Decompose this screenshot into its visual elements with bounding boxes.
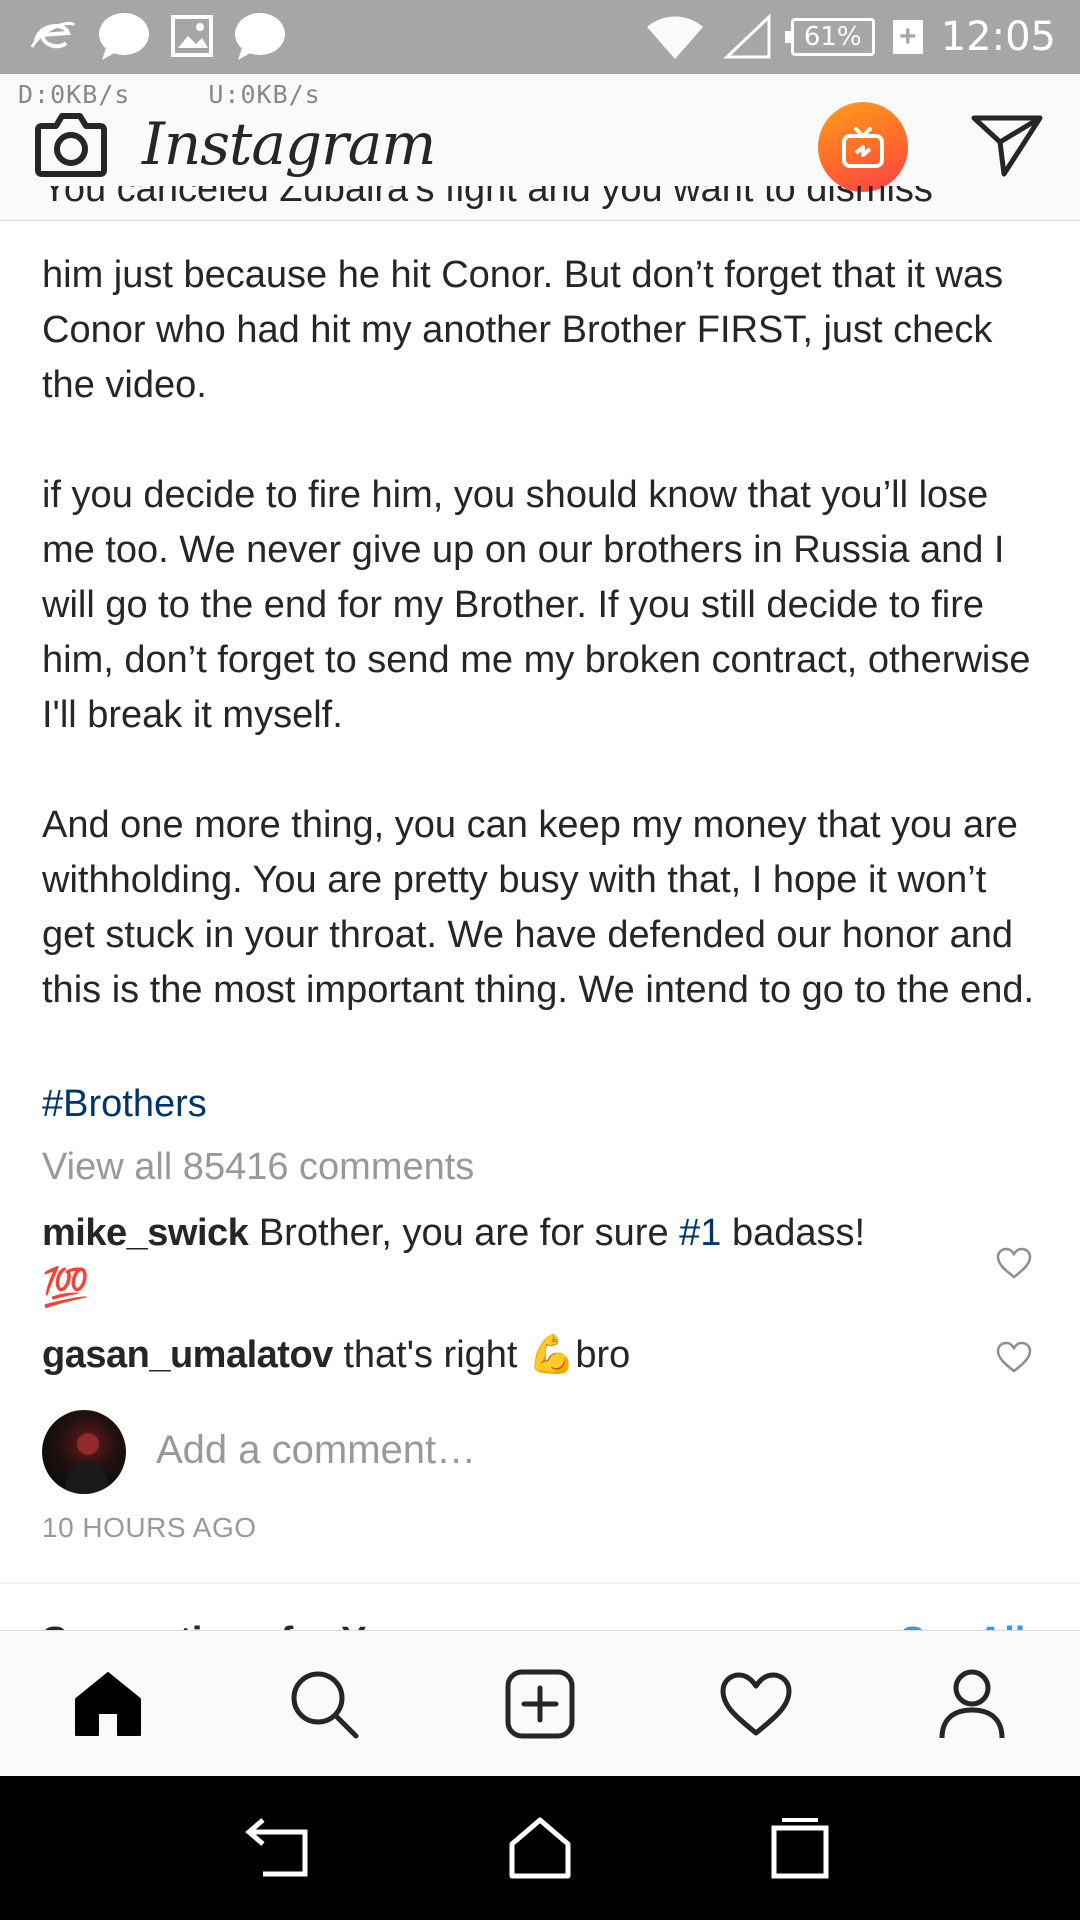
search-icon (291, 1671, 359, 1739)
recents-icon (771, 1818, 829, 1879)
comment-username[interactable]: mike_swick (42, 1212, 249, 1254)
caption-paragraph-1: him just because he hit Conor. But don’t… (42, 254, 1014, 406)
hashtag-link[interactable]: #Brothers (42, 1077, 207, 1132)
caption-paragraph-3: And one more thing, you can keep my mone… (42, 804, 1035, 1011)
upload-speed: U:0KB/s (208, 80, 321, 109)
comment-item: mike_swick Brother, you are for sure #1 … (42, 1206, 972, 1316)
back-arrow-icon (245, 1818, 308, 1877)
home-button[interactable] (495, 1803, 585, 1893)
direct-message-icon[interactable] (970, 112, 1044, 178)
tab-profile[interactable] (918, 1650, 1026, 1758)
post-timestamp: 10 HOURS AGO (42, 1512, 257, 1543)
comment-text: Brother, you are for sure (248, 1212, 680, 1254)
comment-text: badass! (721, 1212, 866, 1254)
caption-partial-line: You canceled Zubaira's fight and you wan… (42, 186, 933, 210)
post-caption: him just because he hit Conor. But don’t… (42, 248, 1042, 1018)
comment-text: bro (575, 1334, 631, 1376)
net-speed-overlay: D:0KB/s U:0KB/s (18, 80, 399, 109)
chat-bubble-icon (235, 13, 285, 60)
add-comment-input[interactable]: Add a comment… (156, 1428, 476, 1473)
tab-home[interactable] (54, 1650, 162, 1758)
view-all-comments-link[interactable]: View all 85416 comments (42, 1146, 474, 1189)
tab-activity[interactable] (702, 1650, 810, 1758)
comment-text: that's right (332, 1334, 529, 1376)
profile-icon (939, 1669, 1005, 1739)
ie-icon (30, 22, 76, 49)
signal-icon (722, 13, 771, 59)
flexed-biceps-emoji: 💪 (528, 1334, 576, 1376)
tv-icon (842, 127, 884, 168)
home-icon (75, 1672, 141, 1736)
clock: 12:05 (940, 14, 1056, 60)
next-section-title: Suggestions for You (42, 1620, 410, 1630)
notification-icons (28, 10, 288, 62)
caption-paragraph-2: if you decide to fire him, you should kn… (42, 474, 1042, 736)
android-nav-bar (0, 1776, 1080, 1920)
system-indicators: 61% + 12:05 (645, 0, 1056, 74)
activity-heart-icon (720, 1672, 792, 1736)
like-comment-heart-icon[interactable] (995, 1246, 1033, 1280)
battery-indicator: 61% (784, 18, 875, 56)
caption-cut-line: You canceled Zubaira's fight and you wan… (42, 186, 1042, 220)
avatar-image (64, 1433, 110, 1494)
like-comment-heart-icon[interactable] (995, 1340, 1033, 1374)
instagram-logo: Instagram (142, 110, 436, 178)
comment-item: gasan_umalatov that's right 💪bro (42, 1328, 972, 1383)
charging-icon: + (892, 20, 923, 54)
chat-bubble-icon (99, 13, 149, 60)
home-outline-icon (509, 1817, 571, 1879)
battery-level: 61% (803, 22, 862, 52)
see-all-link[interactable]: See All (900, 1620, 1025, 1630)
wifi-icon (646, 16, 703, 59)
bottom-tab-bar (0, 1630, 1080, 1777)
igtv-icon[interactable] (818, 102, 908, 192)
next-section-peek: Suggestions for You See All (0, 1584, 1080, 1630)
image-icon (171, 15, 213, 57)
avatar[interactable] (42, 1410, 126, 1494)
status-bar: 61% + 12:05 (0, 0, 1080, 74)
comment-hashtag[interactable]: #1 (679, 1212, 721, 1254)
new-post-icon (505, 1669, 575, 1739)
recents-button[interactable] (755, 1803, 845, 1893)
back-button[interactable] (235, 1803, 325, 1893)
tab-new-post[interactable] (486, 1650, 594, 1758)
tab-search[interactable] (270, 1650, 378, 1758)
camera-icon[interactable] (34, 110, 108, 178)
download-speed: D:0KB/s (18, 80, 131, 109)
comment-username[interactable]: gasan_umalatov (42, 1334, 333, 1376)
hundred-emoji: 💯 (42, 1267, 90, 1309)
